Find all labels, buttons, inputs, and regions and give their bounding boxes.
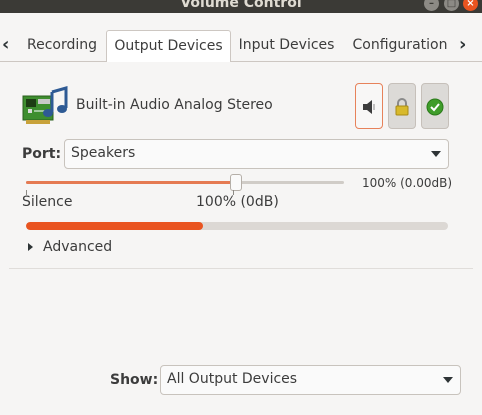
tab-output-devices[interactable]: Output Devices — [106, 30, 231, 63]
chevron-down-icon — [443, 377, 453, 383]
volume-slider-handle[interactable] — [229, 174, 242, 191]
tab-scroll-right-icon[interactable]: › — [459, 34, 466, 55]
lock-icon — [395, 98, 409, 116]
port-dropdown[interactable]: Speakers — [64, 139, 449, 169]
tab-scroll-left-icon[interactable]: ‹ — [2, 34, 9, 55]
port-label: Port: — [22, 146, 62, 162]
title-bar: Volume Control – □ × — [0, 0, 482, 13]
show-dropdown-value: All Output Devices — [167, 371, 298, 387]
peak-meter-fill — [26, 222, 204, 230]
speaker-icon — [363, 100, 375, 114]
device-name: Built-in Audio Analog Stereo — [76, 97, 273, 113]
set-default-button[interactable] — [421, 83, 449, 129]
silence-label: Silence — [22, 194, 73, 210]
hundred-percent-label: 100% (0dB) — [196, 194, 279, 210]
chevron-down-icon — [431, 151, 441, 157]
checkmark-icon — [426, 98, 444, 116]
separator — [9, 268, 473, 269]
advanced-expander[interactable]: Advanced — [43, 239, 112, 255]
tab-bar: ‹ Recording Output Devices Input Devices… — [0, 30, 482, 63]
tab-input-devices[interactable]: Input Devices — [233, 30, 340, 62]
port-dropdown-value: Speakers — [71, 145, 136, 161]
volume-slider[interactable] — [26, 174, 344, 191]
mute-toggle-button[interactable] — [355, 83, 383, 129]
window-title: Volume Control — [180, 0, 302, 11]
peak-meter — [26, 222, 448, 230]
lock-channels-button[interactable] — [388, 83, 416, 129]
volume-slider-fill — [26, 181, 236, 184]
show-label: Show: — [110, 372, 159, 388]
expander-arrow-icon[interactable] — [28, 243, 33, 251]
tab-configuration[interactable]: Configuration — [346, 30, 454, 62]
audio-card-icon — [22, 86, 68, 124]
tab-recording[interactable]: Recording — [15, 30, 109, 62]
volume-readout: 100% (0.00dB) — [362, 176, 453, 190]
show-dropdown[interactable]: All Output Devices — [160, 365, 461, 395]
